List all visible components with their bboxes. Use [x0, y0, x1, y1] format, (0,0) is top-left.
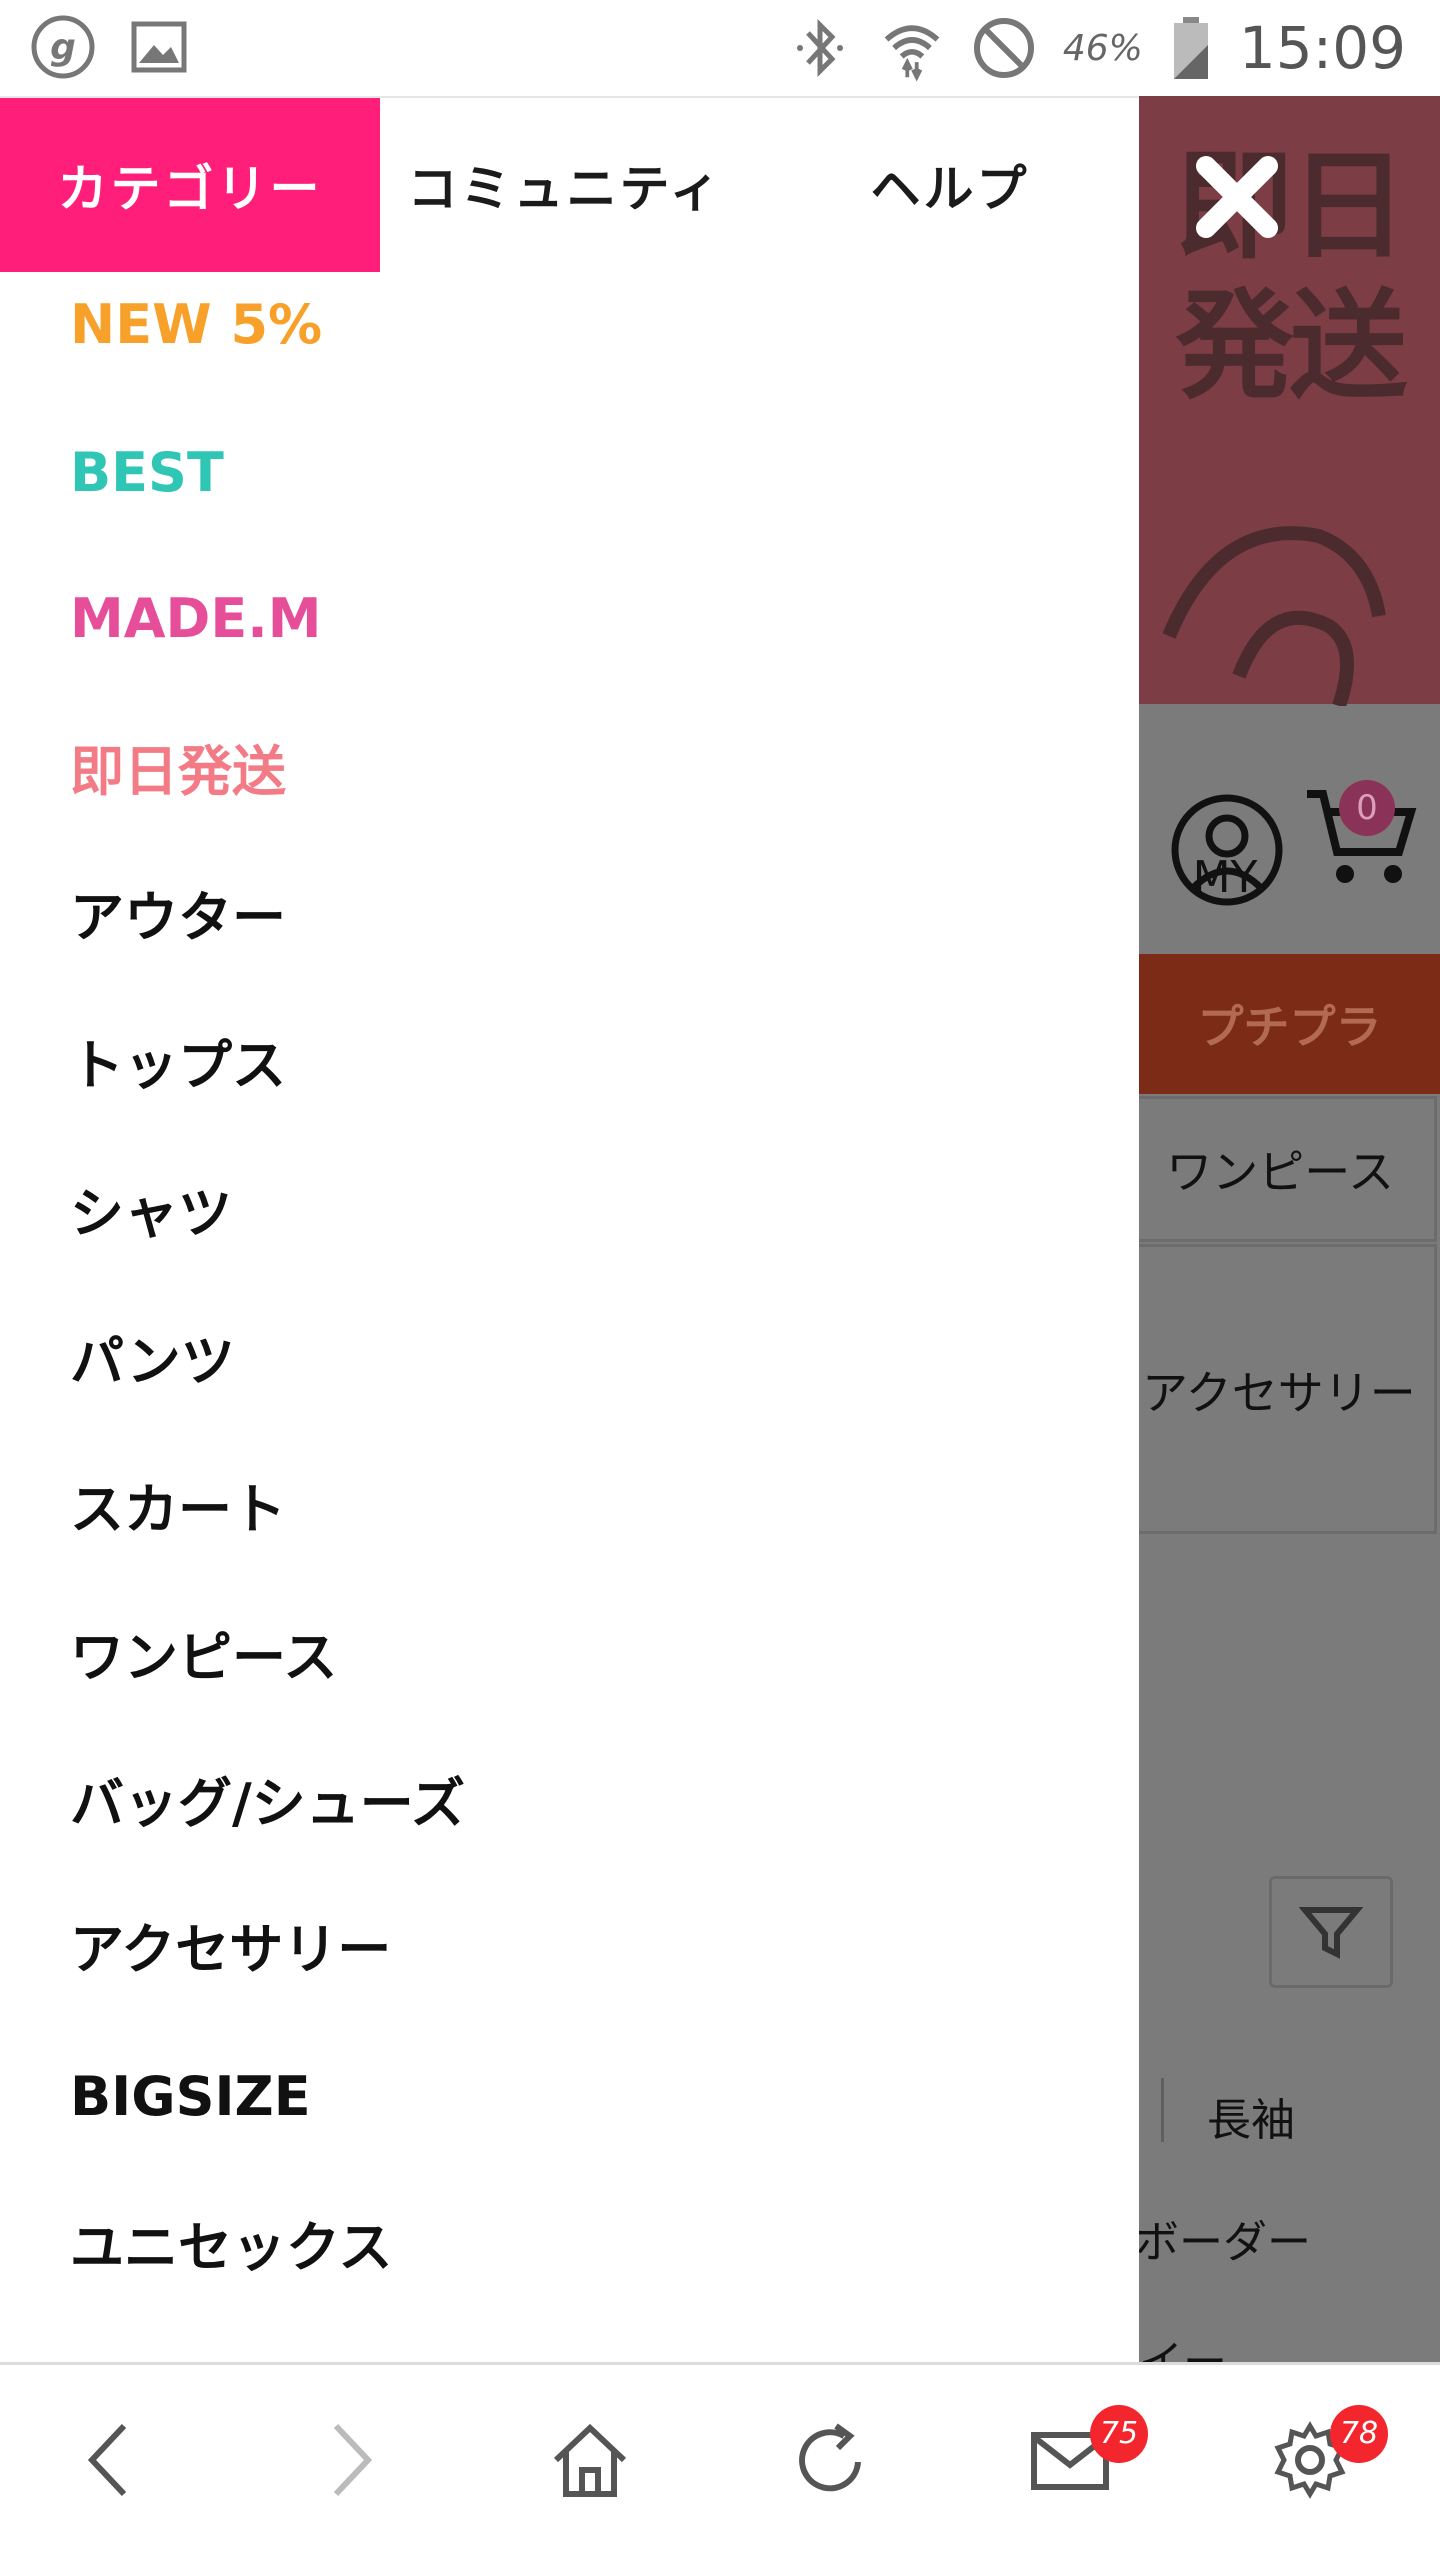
filter-icon — [1299, 1907, 1363, 1959]
home-icon — [553, 2423, 627, 2497]
mail-badge: 75 — [1090, 2405, 1148, 2463]
svg-text:g: g — [50, 27, 76, 68]
tab-help[interactable]: ヘルプ — [790, 98, 1110, 272]
tab-community[interactable]: コミュニティ — [380, 98, 750, 272]
menu-item-skirt[interactable]: スカート — [70, 1454, 286, 1554]
home-button[interactable] — [535, 2405, 645, 2515]
category-drawer: カテゴリー コミュニティ ヘルプ NEW 5% BEST MADE.M 即日発送… — [0, 98, 1139, 2362]
do-not-disturb-icon — [971, 15, 1037, 81]
menu-item-made-m[interactable]: MADE.M — [70, 568, 322, 668]
close-icon — [1196, 156, 1278, 238]
menu-item-onepiece[interactable]: ワンピース — [70, 1602, 337, 1702]
tab-category[interactable]: カテゴリー — [0, 98, 380, 272]
close-drawer-button[interactable] — [1182, 142, 1292, 252]
bluetooth-icon — [787, 15, 853, 81]
cart-count-badge: 0 — [1339, 780, 1395, 836]
status-bar: g 46% 15:09 — [0, 0, 1440, 98]
menu-item-unisex[interactable]: ユニセックス — [70, 2192, 392, 2292]
battery-percent: 46% — [1062, 27, 1143, 69]
category-accessory[interactable]: アクセサリー — [1139, 1244, 1437, 1534]
gallery-icon — [126, 14, 192, 80]
drawer-tabs: カテゴリー コミュニティ ヘルプ — [0, 98, 1139, 272]
menu-item-shirts[interactable]: シャツ — [70, 1158, 232, 1258]
menu-item-best[interactable]: BEST — [70, 422, 224, 522]
filter-tag-long-sleeve[interactable]: 長袖 — [1207, 2084, 1295, 2148]
category-onepiece[interactable]: ワンピース — [1139, 1096, 1437, 1242]
menu-item-outer[interactable]: アウター — [70, 862, 286, 962]
back-button[interactable] — [55, 2405, 165, 2515]
filter-button[interactable] — [1269, 1876, 1393, 1988]
reload-icon — [799, 2423, 861, 2492]
my-label: MY — [1192, 852, 1258, 903]
g-app-icon: g — [30, 14, 96, 80]
settings-badge: 78 — [1330, 2405, 1388, 2463]
wifi-icon — [879, 15, 945, 82]
menu-item-bags-shoes[interactable]: バッグ/シューズ — [70, 1748, 465, 1848]
menu-item-same-day-shipping[interactable]: 即日発送 — [70, 716, 286, 816]
petit-price-tab[interactable]: プチプラ — [1139, 954, 1440, 1094]
chevron-left-icon — [87, 2423, 127, 2497]
filter-tag-border[interactable]: ボーダー — [1139, 2206, 1311, 2270]
menu-item-new[interactable]: NEW 5% — [70, 274, 322, 374]
divider — [1161, 2078, 1164, 2142]
menu-item-accessory[interactable]: アクセサリー — [70, 1894, 391, 1994]
filter-tag-partial[interactable]: イー — [1139, 2326, 1227, 2362]
battery-icon — [1169, 15, 1213, 81]
menu-item-pants[interactable]: パンツ — [70, 1306, 235, 1406]
menu-item-bigsize[interactable]: BIGSIZE — [70, 2046, 311, 2146]
browser-bottom-bar: 75 78 — [0, 2362, 1440, 2563]
background-page: 即日 発送 MY 0 プチプラ ワンピース アクセサリー 長袖 ボーダー イー — [1139, 96, 1440, 2362]
menu-item-tops[interactable]: トップス — [70, 1010, 286, 1110]
clock: 15:09 — [1238, 14, 1406, 82]
reload-button[interactable] — [775, 2405, 885, 2515]
chevron-right-icon — [333, 2423, 373, 2497]
forward-button[interactable] — [295, 2405, 405, 2515]
globe-icon — [1162, 526, 1386, 706]
